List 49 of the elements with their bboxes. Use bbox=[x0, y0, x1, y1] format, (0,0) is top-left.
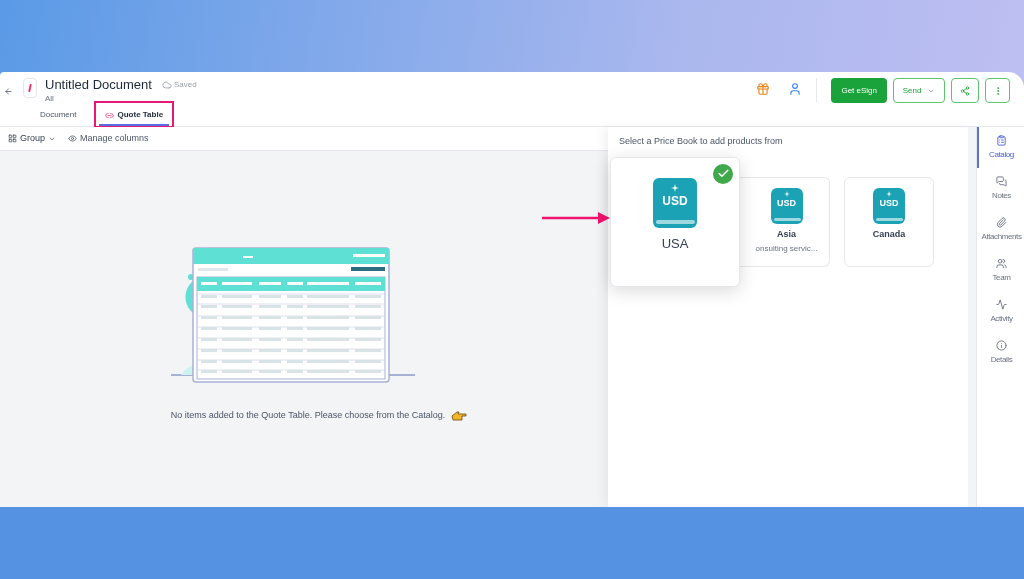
sidebar-tab[interactable]: Details bbox=[977, 332, 1024, 373]
pointing-hand-icon bbox=[451, 409, 468, 422]
get-esign-button[interactable]: Get eSign bbox=[831, 78, 887, 103]
gift-icon[interactable] bbox=[756, 82, 771, 96]
price-book-card[interactable]: USD USA bbox=[610, 156, 740, 287]
checkmark-icon bbox=[713, 163, 733, 184]
chat-bubbles-icon bbox=[996, 175, 1007, 187]
more-button[interactable] bbox=[985, 78, 1010, 103]
grid-icon bbox=[8, 134, 17, 143]
price-book-name: Asia bbox=[777, 227, 796, 241]
sidebar-tab[interactable]: Notes bbox=[977, 168, 1024, 209]
sidebar-tab[interactable]: Attachments bbox=[977, 209, 1024, 250]
save-status: Saved bbox=[173, 78, 197, 91]
user-icon[interactable] bbox=[788, 82, 803, 96]
sparkle-icon bbox=[671, 183, 679, 192]
currency-label: USD bbox=[879, 198, 899, 208]
tab[interactable]: Document bbox=[34, 106, 83, 126]
pulse-icon bbox=[996, 298, 1007, 310]
catalog-heading: Select a Price Book to add products from bbox=[619, 135, 784, 148]
sparkle-icon bbox=[886, 190, 892, 197]
pointer-arrow bbox=[542, 211, 612, 225]
clipboard-icon bbox=[996, 134, 1007, 146]
document-subtitle: All bbox=[45, 93, 55, 105]
paperclip-icon bbox=[996, 216, 1007, 228]
back-icon[interactable] bbox=[4, 87, 13, 96]
sidebar-tab[interactable]: Activity bbox=[977, 291, 1024, 332]
document-icon bbox=[23, 78, 37, 98]
manage-columns-button[interactable]: Manage columns bbox=[68, 131, 149, 146]
price-book-card[interactable]: USD Canada bbox=[844, 176, 934, 267]
price-book-card[interactable]: USD Asia onsulting servic... bbox=[740, 176, 830, 267]
people-icon bbox=[996, 257, 1007, 269]
currency-label: USD bbox=[777, 198, 796, 208]
sparkle-icon bbox=[783, 190, 790, 197]
document-title: Untitled Document bbox=[45, 78, 152, 91]
link-icon bbox=[105, 110, 115, 120]
info-icon bbox=[996, 339, 1007, 351]
eye-icon bbox=[68, 134, 77, 143]
price-book-name: Canada bbox=[872, 227, 906, 241]
sidebar-tab[interactable]: Team bbox=[977, 250, 1024, 291]
share-button[interactable] bbox=[951, 78, 979, 103]
empty-state-message: No items added to the Quote Table. Please choose from the Catalog. bbox=[170, 409, 446, 422]
currency-label: USD bbox=[662, 194, 688, 207]
price-book-name: USA bbox=[661, 234, 689, 253]
sidebar-tab[interactable]: Catalog bbox=[977, 127, 1024, 168]
share-icon bbox=[960, 85, 970, 96]
send-button[interactable]: Send bbox=[893, 78, 945, 103]
cloud-icon bbox=[161, 79, 172, 90]
group-button[interactable]: Group bbox=[8, 131, 56, 146]
price-book-description: onsulting servic... bbox=[755, 243, 818, 255]
